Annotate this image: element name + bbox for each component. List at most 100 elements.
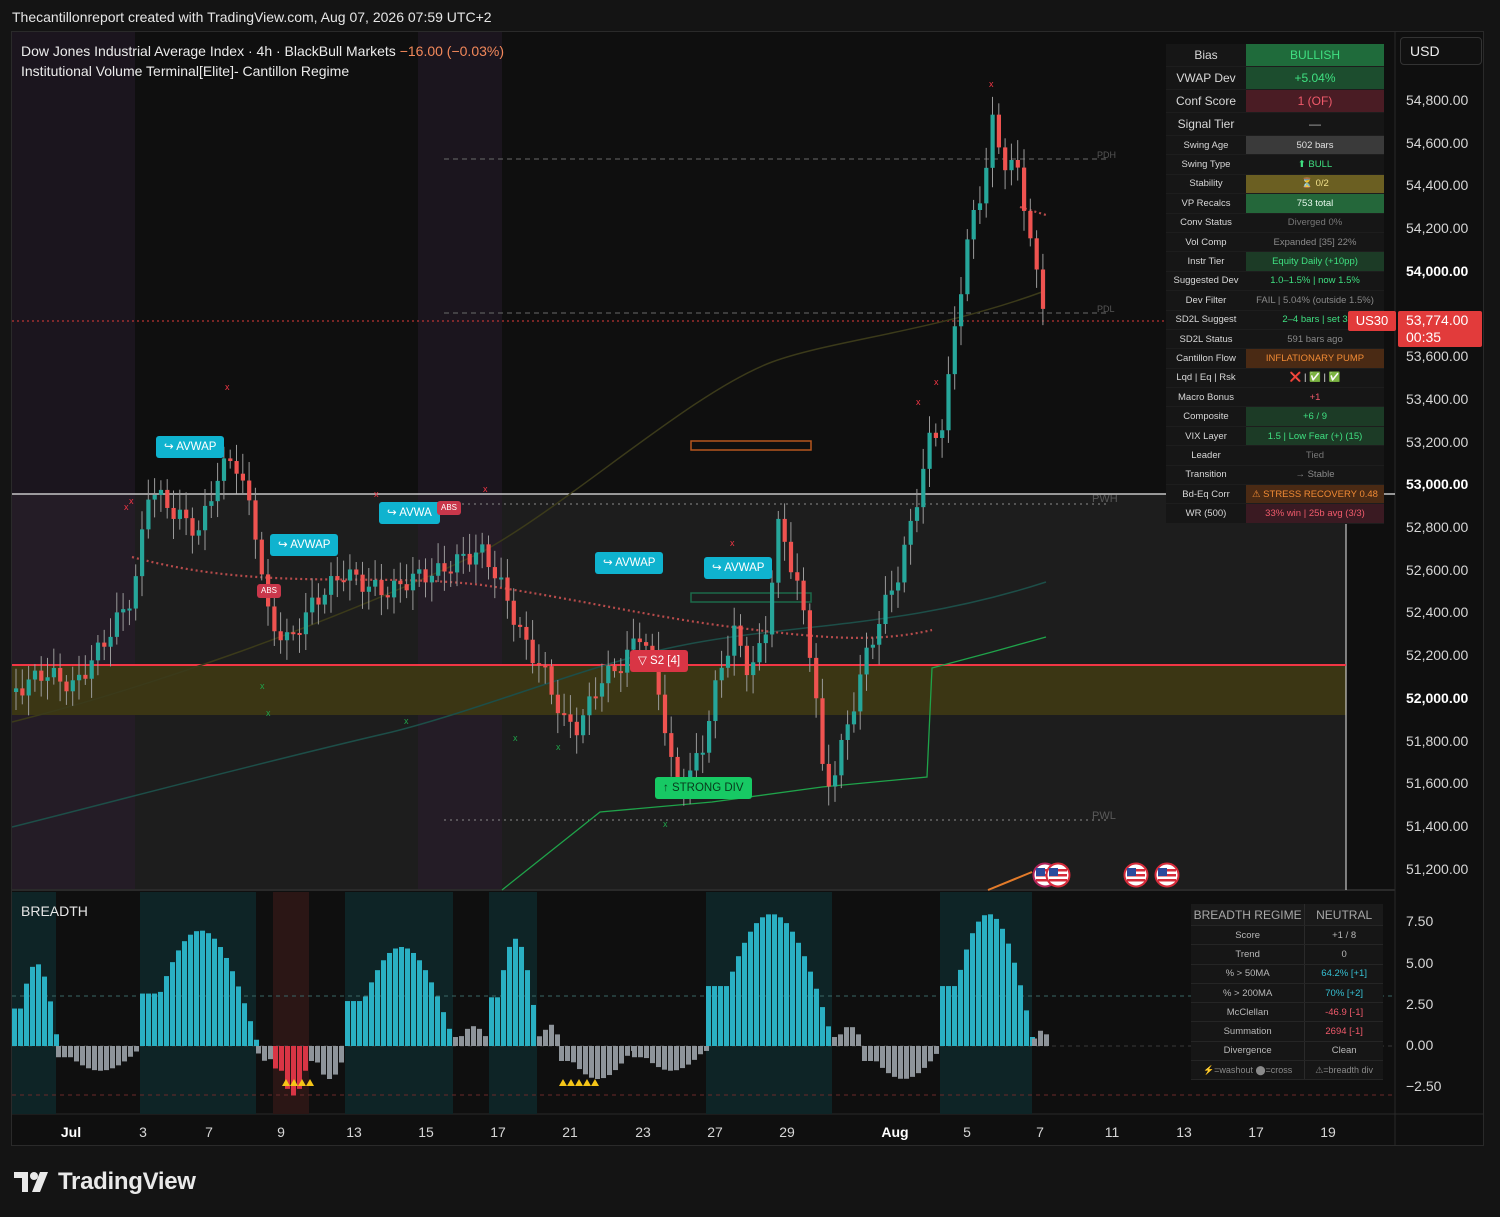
table-row: Composite +6 / 9	[1166, 406, 1384, 427]
avwap-tag[interactable]: ↪ AVWAP	[704, 557, 773, 579]
candle-body	[587, 696, 592, 716]
avwap-tag[interactable]: ↪ AVWA	[379, 502, 440, 524]
candle-body	[530, 639, 535, 664]
breadth-axis-label: −2.50	[1406, 1078, 1442, 1095]
table-value: 0	[1304, 944, 1383, 965]
candle-body	[889, 590, 894, 595]
candle-body	[240, 473, 245, 481]
svg-text:x: x	[663, 819, 668, 829]
breadth-bar	[381, 960, 386, 1046]
us-flag-icon[interactable]	[1123, 862, 1149, 888]
avwap-tag[interactable]: ↪ AVWAP	[156, 436, 225, 458]
currency-selector[interactable]: USD	[1400, 37, 1482, 65]
breadth-bar	[188, 934, 193, 1046]
candle-body	[310, 597, 315, 613]
breadth-bar	[411, 952, 416, 1046]
table-row: Trend 0	[1191, 944, 1383, 965]
breadth-bar	[501, 970, 506, 1046]
breadth-bar	[964, 949, 969, 1046]
table-value: 33% win | 25b avg (3/3)	[1246, 503, 1384, 524]
candle-body	[1003, 147, 1008, 171]
breadth-bar	[513, 938, 518, 1046]
breadth-bar	[254, 1039, 259, 1046]
avwap-tag[interactable]: ↪ AVWAP	[595, 552, 664, 574]
table-value: Diverged 0%	[1246, 213, 1384, 233]
breadth-bar	[477, 1028, 482, 1046]
s2-signal-tag[interactable]: ▽ S2 [4]	[630, 650, 689, 672]
breadth-bar	[507, 946, 512, 1046]
breadth-bar	[80, 1046, 85, 1066]
symbol-description[interactable]: Dow Jones Industrial Average Index · 4h …	[21, 43, 396, 59]
breadth-bar	[110, 1046, 115, 1069]
candle-body	[385, 595, 390, 598]
breadth-pane-title[interactable]: BREADTH	[21, 903, 88, 919]
candle-body	[908, 520, 913, 545]
chart-legend[interactable]: Dow Jones Industrial Average Index · 4h …	[21, 41, 504, 81]
candle-body	[203, 505, 208, 531]
time-axis-label: 7	[1036, 1124, 1044, 1140]
table-key: SD2L Status	[1166, 329, 1246, 350]
table-key: Swing Age	[1166, 135, 1246, 156]
table-row: Lqd | Eq | Rsk ❌ | ✅ | ✅	[1166, 368, 1384, 389]
candle-body	[177, 509, 182, 519]
table-key: Lqd | Eq | Rsk	[1166, 368, 1246, 389]
table-row: VIX Layer 1.5 | Low Fear (+) (15)	[1166, 426, 1384, 447]
price-axis-label: 52,200.00	[1406, 647, 1469, 664]
candle-body	[423, 569, 428, 583]
breadth-bar	[982, 915, 987, 1046]
table-row: % > 200MA 70% [+2]	[1191, 983, 1383, 1004]
table-row: Score +1 / 8	[1191, 925, 1383, 946]
table-row: Leader Tied	[1166, 445, 1384, 466]
candle-body	[574, 721, 579, 736]
avwap-tag[interactable]: ↪ AVWAP	[270, 534, 339, 556]
candle-body	[833, 775, 838, 787]
time-axis-label: 29	[779, 1124, 795, 1140]
table-value: +1	[1246, 387, 1384, 408]
breadth-bar	[922, 1046, 927, 1068]
breadth-bar	[393, 948, 398, 1046]
price-axis-label: 51,800.00	[1406, 732, 1469, 749]
price-axis-label: 54,800.00	[1406, 92, 1469, 108]
candle-body	[568, 714, 573, 722]
breadth-bar	[48, 1001, 53, 1046]
breadth-bar	[958, 969, 963, 1046]
candle-body	[543, 665, 548, 668]
strong-div-tag[interactable]: ↑ STRONG DIV	[655, 777, 752, 799]
candle-body	[933, 432, 938, 438]
table-key: Trend	[1191, 944, 1305, 965]
us-flag-icon[interactable]	[1154, 862, 1180, 888]
breadth-bar	[435, 996, 440, 1046]
breadth-bar	[692, 1046, 697, 1060]
breadth-bar	[387, 952, 392, 1046]
table-value: 1 (OF)	[1246, 89, 1384, 113]
candle-body	[373, 579, 378, 587]
us-flag-icon[interactable]	[1045, 862, 1071, 888]
breadth-bar	[638, 1046, 643, 1058]
abs-tag[interactable]: ABS	[257, 584, 282, 598]
price-axis-label: 54,400.00	[1406, 177, 1469, 194]
breadth-bar	[206, 933, 211, 1046]
breadth-bar	[170, 962, 175, 1046]
candle-body	[725, 655, 731, 668]
table-row: WR (500) 33% win | 25b avg (3/3)	[1166, 503, 1384, 524]
breadth-bar	[339, 1046, 344, 1063]
candle-body	[455, 554, 460, 573]
indicator-name[interactable]: Institutional Volume Terminal[Elite]- Ca…	[21, 61, 504, 81]
candle-body	[184, 509, 189, 519]
svg-text:x: x	[513, 733, 518, 743]
abs-tag[interactable]: ABS	[437, 501, 462, 515]
tradingview-logo[interactable]: TradingView	[14, 1168, 196, 1196]
svg-text:PDL: PDL	[1097, 304, 1115, 314]
breadth-bar	[601, 1046, 606, 1079]
candle-body	[631, 638, 636, 650]
candle-body	[851, 711, 857, 725]
table-row: Signal Tier —	[1166, 112, 1384, 136]
time-axis-label: 15	[418, 1124, 434, 1140]
table-value: 502 bars	[1246, 135, 1384, 156]
candle-body	[839, 739, 844, 776]
table-key: SD2L Suggest	[1166, 310, 1246, 330]
svg-text:x: x	[404, 716, 409, 726]
breadth-bar	[1024, 1010, 1029, 1046]
candle-body	[883, 594, 888, 625]
breadth-bar	[375, 970, 380, 1046]
